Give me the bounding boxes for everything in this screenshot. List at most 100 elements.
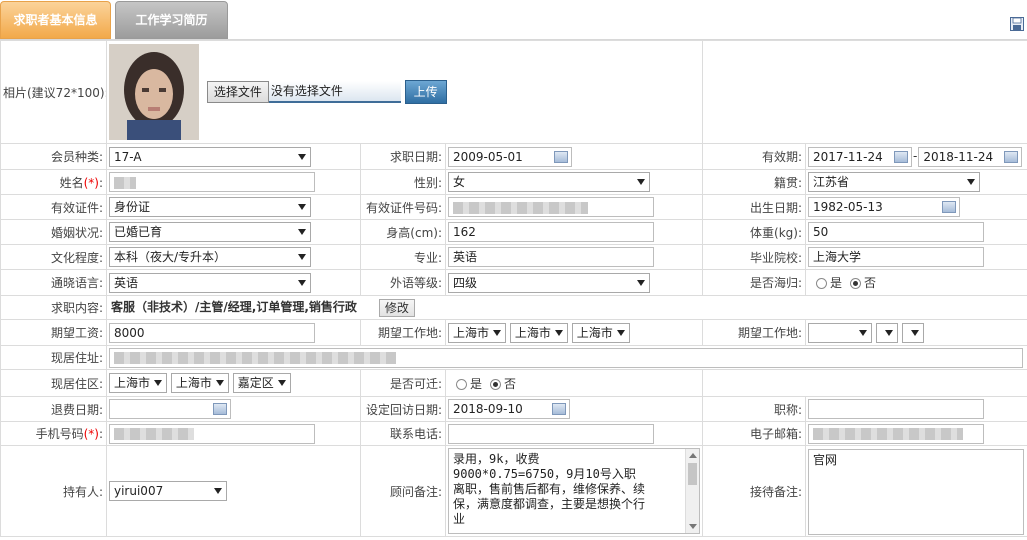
- textarea-scrollbar[interactable]: [685, 449, 699, 533]
- height-label: 身高(cm):: [360, 219, 446, 245]
- validity-start-field[interactable]: 2017-11-24: [808, 146, 913, 167]
- scroll-down-icon[interactable]: [689, 524, 697, 529]
- visit-date-label: 设定回访日期:: [360, 396, 446, 422]
- salary-label: 期望工资:: [0, 319, 107, 346]
- photo-empty-cell: [702, 40, 1027, 144]
- upload-button[interactable]: 上传: [404, 80, 447, 104]
- work-place-2-city-select[interactable]: [875, 322, 898, 343]
- relocate-radio-group: 是否: [444, 369, 704, 397]
- chevron-down-icon: [298, 229, 306, 235]
- refund-date-field[interactable]: [109, 399, 231, 419]
- foreign-level-label: 外语等级:: [360, 269, 446, 296]
- phone-field[interactable]: [448, 423, 654, 444]
- address-field[interactable]: [109, 347, 1023, 368]
- education-label: 文化程度:: [0, 244, 107, 270]
- chevron-down-icon: [493, 329, 502, 336]
- marital-select[interactable]: 已婚已育: [109, 222, 311, 242]
- returnee-no-radio[interactable]: [850, 278, 862, 289]
- mobile-label: 手机号码(*):: [0, 421, 107, 446]
- foreign-level-select[interactable]: 四级: [448, 272, 650, 293]
- district-area-select[interactable]: 嘉定区: [232, 373, 291, 393]
- validity-label: 有效期:: [702, 143, 807, 170]
- chevron-down-icon: [637, 279, 645, 286]
- apply-date-label: 求职日期:: [360, 143, 446, 170]
- job-content-value: 客服（非技术）/主管/经理,订单管理,销售行政: [111, 300, 357, 315]
- chevron-down-icon: [910, 329, 919, 336]
- work-province-select[interactable]: 上海市: [448, 322, 507, 343]
- reception-note-label: 接待备注:: [702, 445, 807, 537]
- calendar-icon[interactable]: [213, 403, 227, 415]
- name-field[interactable]: [109, 172, 315, 192]
- save-icon[interactable]: [1010, 17, 1024, 31]
- validity-end-field[interactable]: 2018-11-24: [918, 146, 1023, 167]
- tab-bar: 求职者基本信息 工作学习简历: [0, 0, 1027, 40]
- work-city-select[interactable]: 上海市: [509, 322, 568, 343]
- holder-select[interactable]: yirui007: [109, 481, 227, 501]
- choose-file-button[interactable]: 选择文件: [206, 81, 269, 103]
- origin-label: 籍贯:: [702, 169, 807, 195]
- education-select[interactable]: 本科（夜大/专升本）: [109, 247, 311, 267]
- district-label: 现居住区:: [0, 369, 107, 397]
- relocate-yes-radio[interactable]: [456, 378, 467, 390]
- chevron-down-icon: [554, 329, 563, 336]
- chevron-down-icon: [277, 380, 286, 386]
- chevron-down-icon: [298, 254, 306, 260]
- returnee-radio-group: 是否: [805, 269, 1027, 296]
- major-label: 专业:: [360, 244, 446, 270]
- birth-date-field[interactable]: 1982-05-13: [808, 197, 961, 217]
- returnee-yes-radio[interactable]: [816, 278, 828, 289]
- email-field[interactable]: [808, 423, 985, 444]
- name-label: 姓名(*):: [0, 169, 107, 195]
- calendar-icon[interactable]: [552, 403, 566, 415]
- scroll-up-icon[interactable]: [689, 453, 697, 458]
- language-select[interactable]: 英语: [109, 272, 311, 293]
- work-district-select[interactable]: 上海市: [571, 322, 630, 343]
- consultant-note-textarea[interactable]: 录用，9k，收费 9000*0.75=6750，9月10号入职 离职，售前售后都…: [448, 448, 700, 534]
- holder-label: 持有人:: [0, 445, 107, 537]
- origin-select[interactable]: 江苏省: [808, 172, 981, 192]
- work-place-2-district-select[interactable]: [901, 322, 924, 343]
- relocate-empty-cell: [702, 369, 1027, 397]
- chevron-down-icon: [859, 329, 868, 336]
- edit-job-content-button[interactable]: 修改: [378, 298, 415, 317]
- apply-date-field[interactable]: 2009-05-01: [448, 146, 572, 167]
- member-type-label: 会员种类:: [0, 143, 107, 170]
- calendar-icon[interactable]: [1004, 150, 1019, 163]
- id-number-field[interactable]: [448, 197, 654, 217]
- tab-work-study-resume[interactable]: 工作学习简历: [115, 1, 228, 39]
- title-label: 职称:: [702, 396, 807, 422]
- visit-date-field[interactable]: 2018-09-10: [448, 399, 570, 419]
- calendar-icon[interactable]: [894, 150, 909, 163]
- district-city-select[interactable]: 上海市: [170, 373, 229, 393]
- calendar-icon[interactable]: [942, 201, 957, 213]
- member-type-select[interactable]: 17-A: [109, 146, 311, 167]
- height-field[interactable]: 162: [448, 222, 654, 242]
- calendar-icon[interactable]: [554, 150, 568, 163]
- school-field[interactable]: 上海大学: [808, 247, 985, 267]
- job-content-cell: 客服（非技术）/主管/经理,订单管理,销售行政 修改: [105, 295, 1027, 320]
- gender-label: 性别:: [360, 169, 446, 195]
- chevron-down-icon: [298, 279, 306, 286]
- mobile-field[interactable]: [109, 423, 315, 444]
- id-type-select[interactable]: 身份证: [109, 197, 311, 217]
- reception-note-textarea[interactable]: 官网: [808, 448, 1025, 535]
- consultant-note-label: 顾问备注:: [360, 445, 446, 537]
- district-province-select[interactable]: 上海市: [109, 373, 168, 393]
- relocate-yes-label: 是: [470, 376, 483, 391]
- major-field[interactable]: 英语: [448, 247, 654, 267]
- work-place-label: 期望工作地:: [360, 319, 446, 346]
- title-field[interactable]: [808, 399, 985, 419]
- photo-cell: 选择文件 没有选择文件 上传: [105, 40, 704, 144]
- birth-label: 出生日期:: [702, 194, 807, 220]
- relocate-no-radio[interactable]: [490, 378, 502, 390]
- chevron-down-icon: [616, 329, 625, 336]
- tab-basic-info[interactable]: 求职者基本信息: [0, 1, 111, 39]
- work-place-2-province-select[interactable]: [808, 322, 873, 343]
- chevron-down-icon: [967, 179, 976, 185]
- chevron-down-icon: [154, 380, 163, 386]
- chevron-down-icon: [214, 488, 222, 494]
- applicant-photo: [109, 44, 199, 140]
- weight-field[interactable]: 50: [808, 222, 985, 242]
- salary-field[interactable]: 8000: [109, 322, 315, 343]
- gender-select[interactable]: 女: [448, 172, 650, 192]
